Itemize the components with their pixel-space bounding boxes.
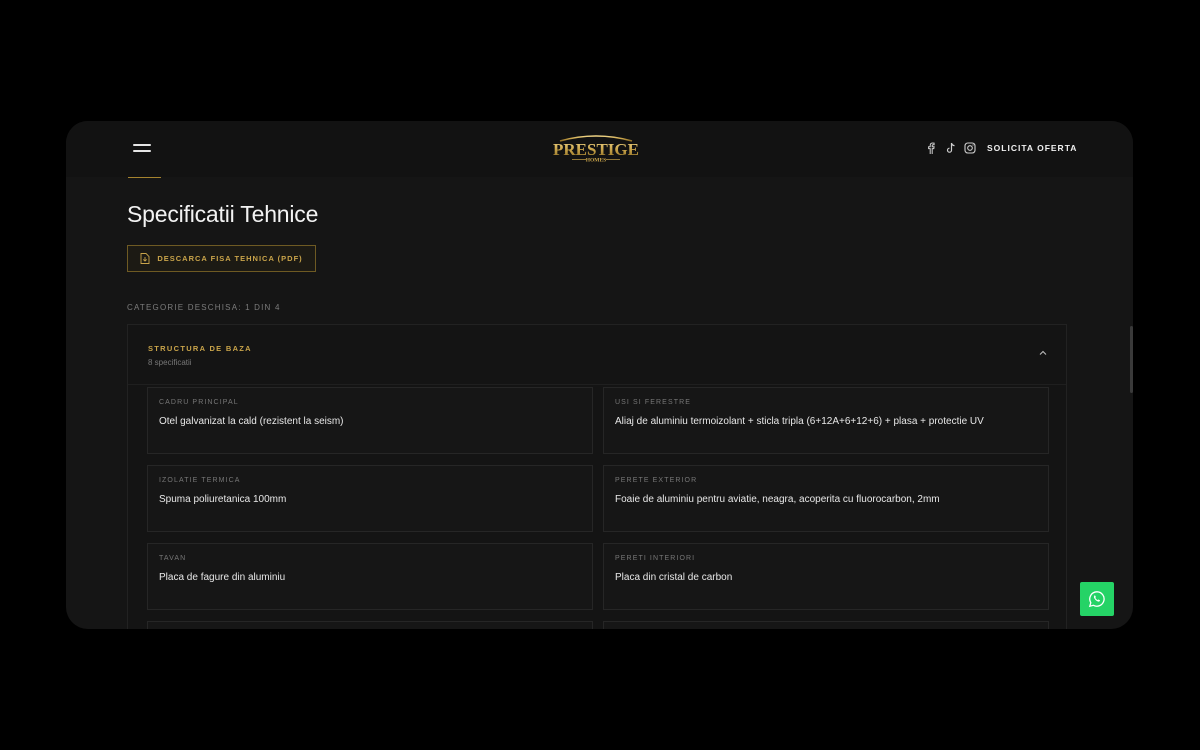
download-pdf-label: DESCARCA FISA TEHNICA (PDF) [157,254,303,263]
spec-card: IZOLATIE TERMICA Spuma poliuretanica 100… [147,465,593,532]
spec-value: Aliaj de aluminiu termoizolant + sticla … [615,416,984,427]
menu-icon[interactable] [133,144,151,154]
top-navigation: PRESTIGE HOMES SOLICITA OFERTA [66,121,1133,177]
scrollbar-thumb[interactable] [1130,326,1133,393]
spec-label: IZOLATIE TERMICA [159,477,241,484]
spec-card: TAVAN Placa de fagure din aluminiu [147,543,593,610]
chevron-up-icon[interactable] [1038,349,1048,357]
instagram-icon[interactable] [963,141,977,155]
spec-label: USI SI FERESTRE [615,399,692,406]
download-pdf-button[interactable]: DESCARCA FISA TEHNICA (PDF) [127,245,316,272]
whatsapp-icon [1088,591,1105,608]
tiktok-icon[interactable] [944,141,958,155]
accordion-title: STRUCTURA DE BAZA [148,344,252,353]
accordion-header[interactable]: STRUCTURA DE BAZA 8 specificatii [128,325,1066,385]
spec-accordion: STRUCTURA DE BAZA 8 specificatii CADRU P… [127,324,1067,629]
facebook-icon[interactable] [924,141,938,155]
spec-value: Placa de fagure din aluminiu [159,572,286,583]
spec-value: Foaie de aluminiu pentru aviatie, neagra… [615,494,940,505]
spec-card: USI SI FERESTRE Aliaj de aluminiu termoi… [603,387,1049,454]
spec-card: PERETE EXTERIOR Foaie de aluminiu pentru… [603,465,1049,532]
whatsapp-button[interactable] [1080,582,1114,616]
prestige-homes-logo[interactable]: PRESTIGE HOMES [546,133,646,165]
svg-text:PRESTIGE: PRESTIGE [553,140,639,159]
browser-frame: PRESTIGE HOMES SOLICITA OFERTA Specifica… [66,121,1133,629]
spec-label: PERETE EXTERIOR [615,477,698,484]
spec-label: TAVAN [159,555,187,562]
category-counter: CATEGORIE DESCHISA: 1 DIN 4 [127,303,281,312]
spec-card-partial [147,621,593,629]
spec-card: PERETI INTERIORI Placa din cristal de ca… [603,543,1049,610]
spec-value: Placa din cristal de carbon [615,572,733,583]
spec-label: PERETI INTERIORI [615,555,696,562]
accordion-count: 8 specificatii [148,358,192,367]
request-offer-link[interactable]: SOLICITA OFERTA [987,143,1077,153]
svg-text:HOMES: HOMES [586,158,606,164]
spec-label: CADRU PRINCIPAL [159,399,239,406]
spec-value: Otel galvanizat la cald (rezistent la se… [159,416,344,427]
file-download-icon [140,253,150,264]
spec-card-partial [603,621,1049,629]
spec-value: Spuma poliuretanica 100mm [159,494,287,505]
page-title: Specificatii Tehnice [127,201,319,227]
section-accent-line [128,177,161,178]
spec-card: CADRU PRINCIPAL Otel galvanizat la cald … [147,387,593,454]
